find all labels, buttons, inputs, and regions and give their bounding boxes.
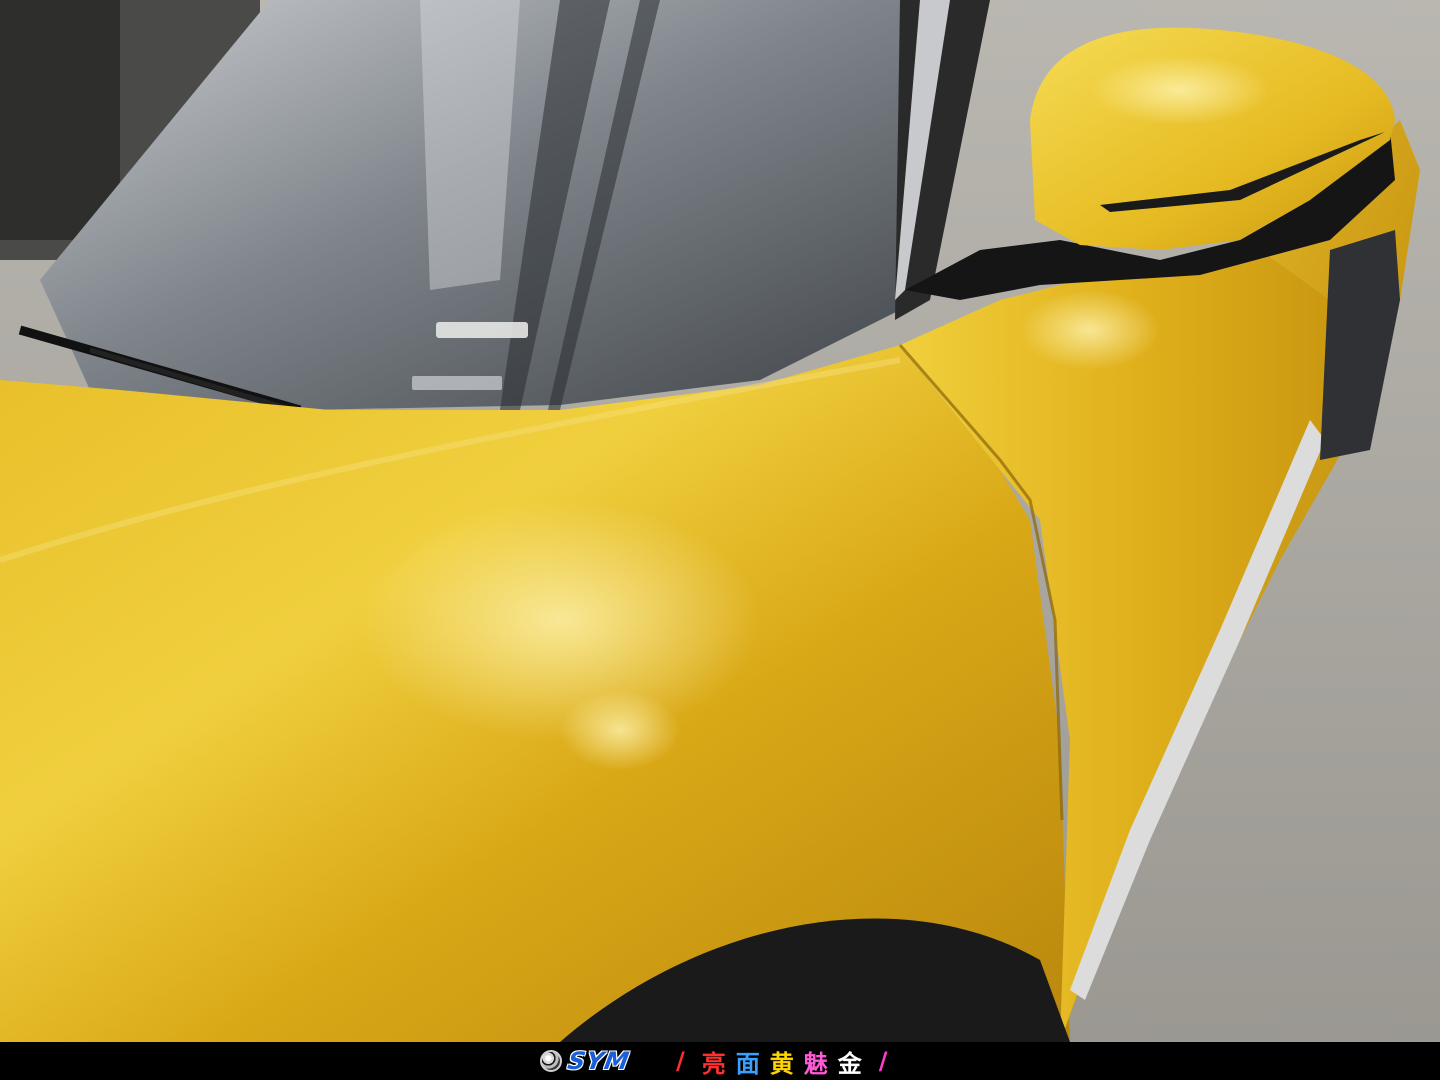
product-caption: / 亮 面 黄 魅 金 / [664, 1044, 900, 1079]
caption-char-3: 黄 [769, 1049, 794, 1078]
brand-emblem-icon [540, 1050, 563, 1072]
caption-char-1: 亮 [701, 1049, 726, 1078]
car-photo [0, 0, 1440, 1042]
caption-bar: SYM / 亮 面 黄 魅 金 / [0, 1042, 1440, 1080]
caption-char-5: 金 [837, 1049, 862, 1078]
caption-left-separator: / [676, 1047, 685, 1075]
brand-name: SYM [565, 1047, 633, 1075]
caption-char-4: 魅 [803, 1049, 828, 1078]
brand-logo: SYM [540, 1047, 633, 1075]
caption-right-separator: / [878, 1047, 888, 1075]
caption-char-2: 面 [735, 1049, 760, 1078]
